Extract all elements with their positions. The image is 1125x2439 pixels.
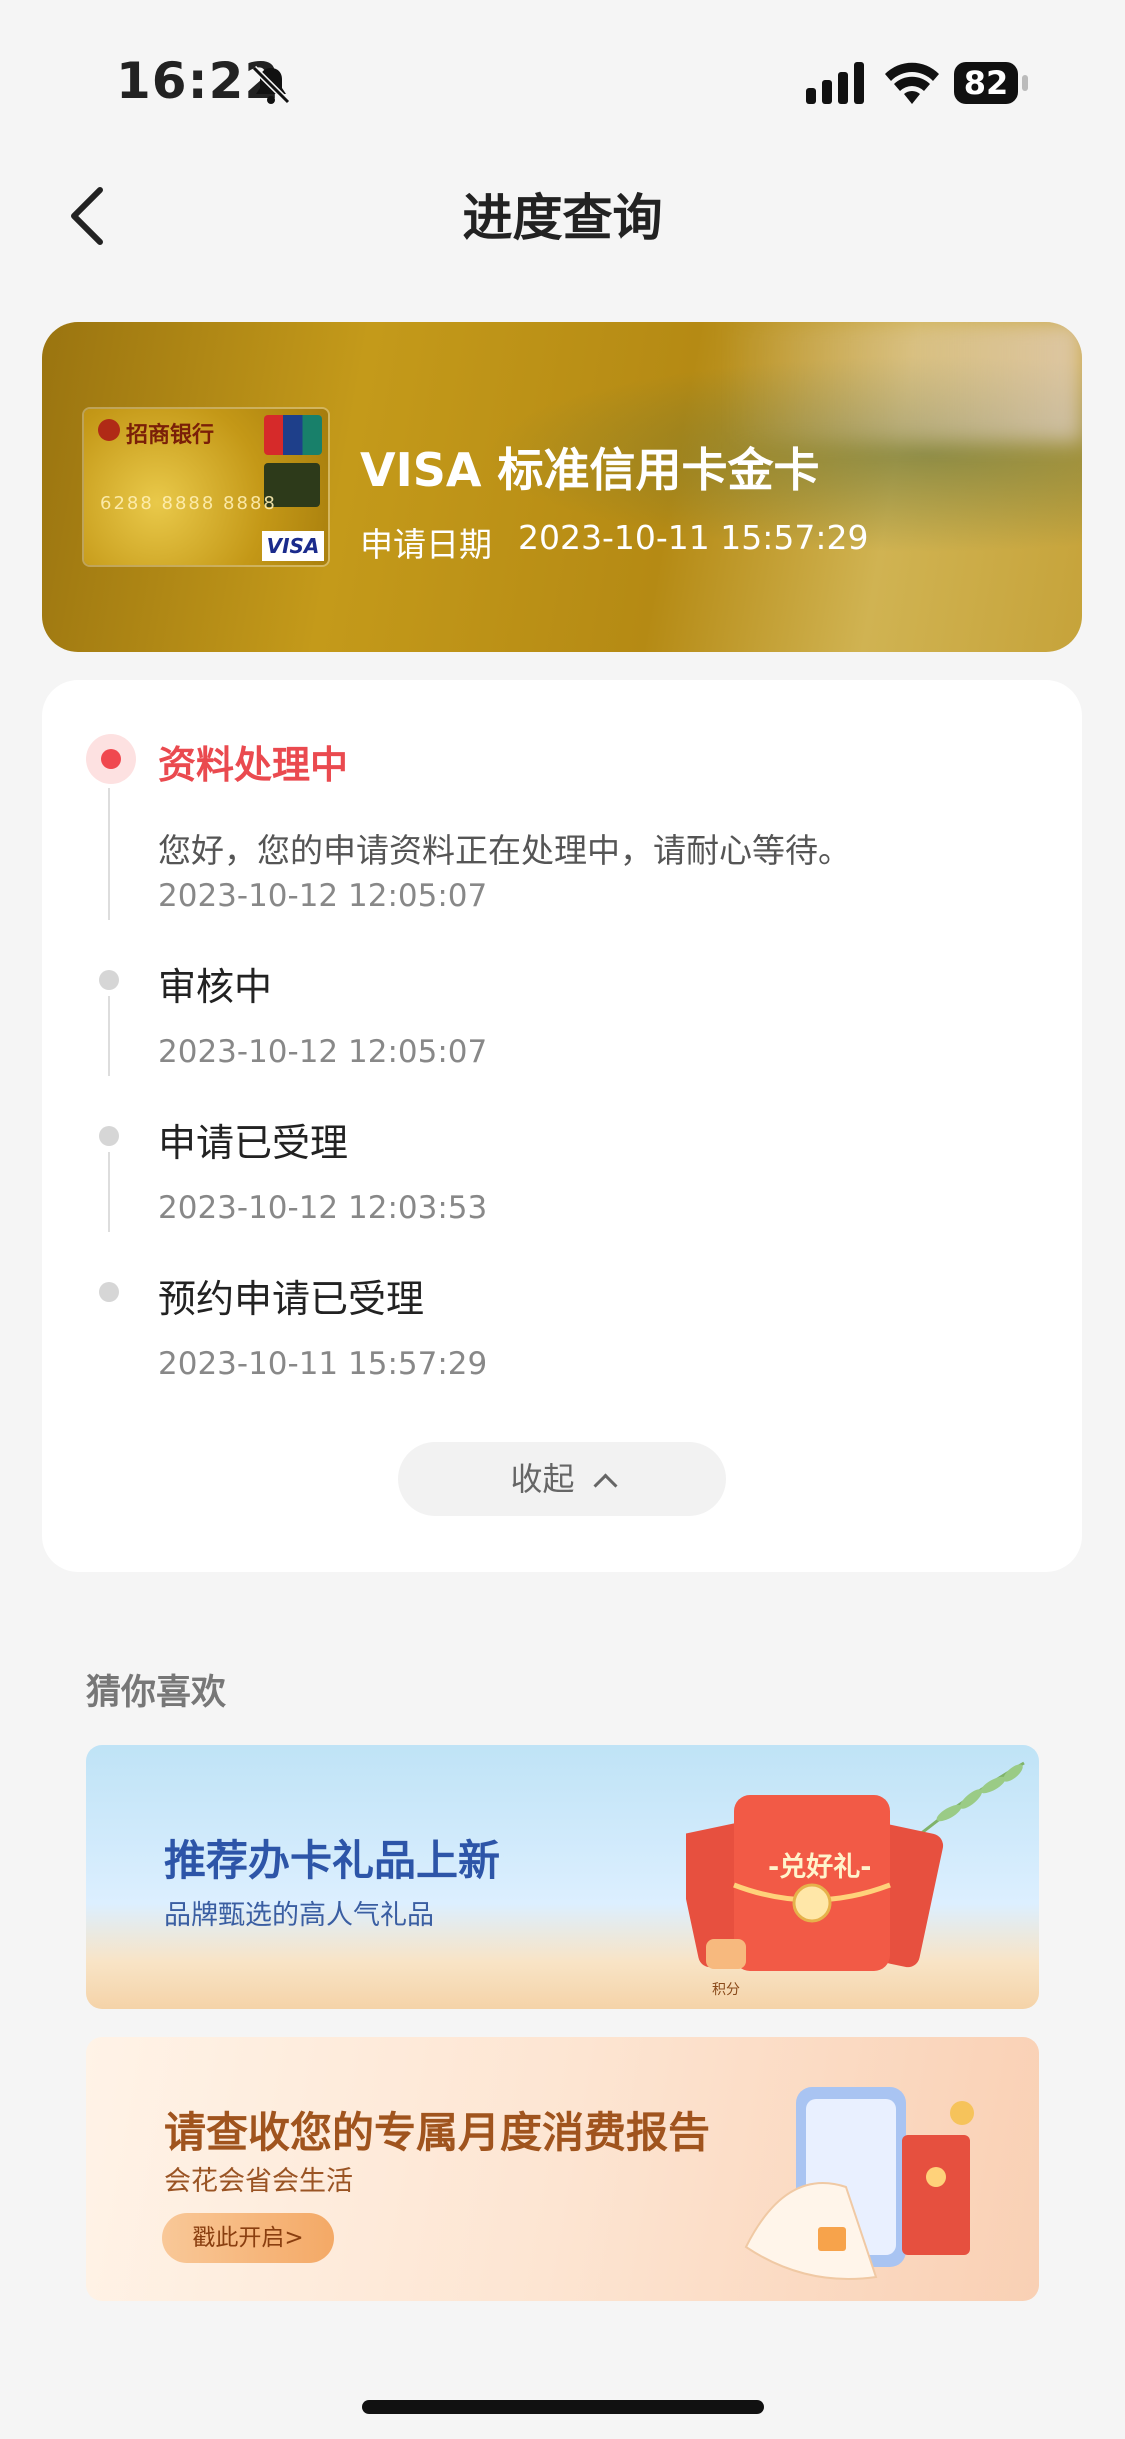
collapse-button[interactable]: 收起 [398, 1442, 726, 1516]
timeline-line [108, 1152, 110, 1232]
unionpay-logo-icon [264, 415, 322, 455]
timeline-dot [99, 1282, 119, 1302]
apply-date-label: 申请日期 [360, 525, 492, 564]
gift-promo-banner[interactable]: 推荐办卡礼品上新 品牌甄选的高人气礼品 -兑好礼- 积分 [86, 1745, 1039, 2009]
step-time: 2023-10-12 12:05:07 [158, 1034, 488, 1070]
spending-report-banner[interactable]: 请查收您的专属月度消费报告 会花会省会生活 戳此开启> [86, 2037, 1039, 2301]
card-banner: 招商银行 6288 8888 8888 VISA VISA 标准信用卡金卡 申请… [42, 322, 1082, 652]
timeline-dot [99, 1126, 119, 1146]
credit-card-image: 招商银行 6288 8888 8888 VISA [84, 409, 328, 565]
status-bar: 16:22 82 [0, 0, 1125, 160]
recommend-title: 猜你喜欢 [86, 1673, 227, 1713]
home-indicator [362, 2400, 764, 2414]
timeline-dot [99, 970, 119, 990]
bank-logo-icon [98, 419, 120, 441]
chevron-up-icon [592, 1473, 618, 1498]
step-time: 2023-10-11 15:57:29 [158, 1346, 488, 1382]
card-bank-name: 招商银行 [126, 423, 215, 448]
card-product-name: VISA 标准信用卡金卡 [360, 443, 820, 497]
step-title-processing: 资料处理中 [158, 743, 349, 787]
collapse-label: 收起 [510, 1460, 575, 1498]
step-title-reservation-accepted: 预约申请已受理 [158, 1277, 425, 1321]
bell-muted-icon [251, 65, 291, 105]
banner-title: 推荐办卡礼品上新 [164, 1836, 501, 1885]
cellular-signal-icon [806, 62, 864, 104]
timeline-dot-active [86, 734, 136, 784]
banner-subtitle: 会花会省会生活 [164, 2166, 353, 2197]
timeline-line [108, 996, 110, 1076]
battery-level: 82 [954, 62, 1018, 104]
open-report-button[interactable]: 戳此开启> [162, 2213, 334, 2263]
visa-logo: VISA [262, 531, 324, 561]
banner-subtitle: 品牌甄选的高人气礼品 [164, 1900, 434, 1931]
banner-title: 请查收您的专属月度消费报告 [164, 2108, 711, 2157]
gift-badge: -兑好礼- [768, 1852, 872, 1883]
battery-icon: 82 [954, 62, 1030, 104]
step-time: 2023-10-12 12:05:07 [158, 878, 488, 914]
phone-receipt-icon [744, 2087, 974, 2280]
step-time: 2023-10-12 12:03:53 [158, 1190, 488, 1226]
step-description: 您好，您的申请资料正在处理中，请耐心等待。 [158, 831, 851, 870]
wifi-icon [885, 62, 939, 104]
apply-date-value: 2023-10-11 15:57:29 [518, 518, 869, 557]
step-title-accepted: 申请已受理 [158, 1121, 349, 1165]
page-title: 进度查询 [462, 189, 663, 247]
progress-panel: 资料处理中 您好，您的申请资料正在处理中，请耐心等待。 2023-10-12 1… [42, 680, 1082, 1572]
card-number: 6288 8888 8888 [100, 493, 277, 514]
step-title-reviewing: 审核中 [158, 965, 273, 1009]
timeline-line [108, 788, 110, 920]
points-tag: 积分 [712, 1982, 740, 1998]
